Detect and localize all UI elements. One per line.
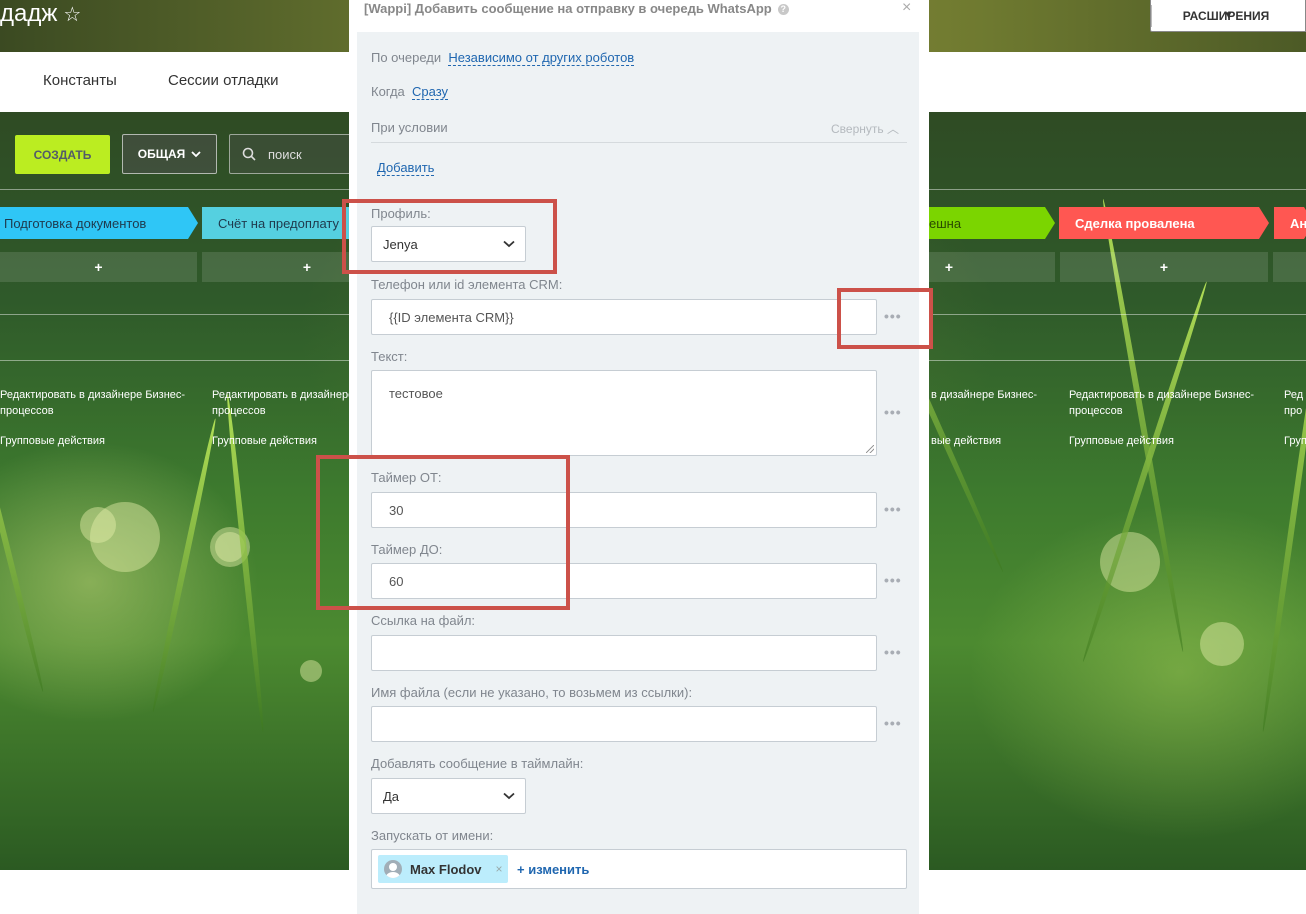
search-icon [242,147,256,161]
filter-label: ОБЩАЯ [137,147,186,161]
page-title: дадж ☆ [0,0,81,30]
chevron-down-icon [503,792,515,800]
text-more-button[interactable]: ••• [884,404,902,420]
bokeh-light [80,507,116,543]
file-name-label: Имя файла (если не указано, то возьмем и… [371,685,693,700]
link-text: Редактировать в дизайнере Бизнес- [1069,389,1255,401]
add-condition-link[interactable]: Добавить [377,160,435,176]
phone-label: Телефон или id элемента CRM: [371,277,563,292]
extensions-label: РАСШИРЕНИЯ [1182,8,1270,23]
search-placeholder: поиск [268,146,302,162]
create-button[interactable]: СОЗДАТЬ [15,135,110,174]
when-row: Когда Сразу [371,84,449,100]
chevron-down-icon [191,150,201,157]
link-text: Ред [1284,389,1304,401]
group-actions-link[interactable]: вые действия [931,433,1001,449]
add-condition-text: Добавить [377,160,435,176]
text-textarea[interactable]: тестовое [371,370,877,456]
highlight-frame [837,288,933,349]
text-label: Текст: [371,349,408,364]
bokeh-light [300,660,322,682]
file-link-input[interactable] [371,635,877,671]
file-link-label: Ссылка на файл: [371,613,476,628]
avatar [384,860,402,878]
file-link-more-button[interactable]: ••• [884,644,902,660]
stage-prepayment-invoice[interactable]: Счёт на предоплату [202,207,362,239]
file-name-input[interactable] [371,706,877,742]
add-robot-button[interactable]: + [0,252,197,282]
add-robot-button[interactable] [1273,252,1306,282]
edit-designer-link[interactable]: Редактировать в дизайнере Бизнес-процесс… [1069,387,1254,419]
search-input[interactable]: поиск [229,134,359,174]
run-as-user-field[interactable]: Max Flodov × + изменить [371,849,907,889]
bokeh-light [1200,622,1244,666]
link-text: процессов [1069,405,1123,417]
file-name-more-button[interactable]: ••• [884,715,902,731]
when-label: Когда [371,84,405,99]
stage-label: Сделка провалена [1075,215,1195,231]
link-text: процессов [212,405,266,417]
condition-label: При условии [371,120,448,135]
divider [371,142,907,143]
stage-deal-failed[interactable]: Сделка провалена [1059,207,1269,239]
grass-blade [150,417,219,713]
chevron-up-icon: ︿ [886,122,899,136]
filter-button[interactable]: ОБЩАЯ [122,134,217,174]
add-robot-button[interactable]: + [1060,252,1268,282]
queue-value-link[interactable]: Независимо от других роботов [448,50,635,66]
user-name: Max Flodov [410,861,482,877]
timer-from-more-button[interactable]: ••• [884,501,902,517]
resize-handle[interactable] [866,445,874,453]
stage-label: ешна [929,215,962,231]
dialog-title-text: [Wappi] Добавить сообщение на отправку в… [364,1,772,16]
highlight-frame [316,455,570,610]
stage-label: Подготовка документов [4,215,147,231]
change-user-link[interactable]: + изменить [517,862,589,877]
page-title-text: дадж [0,0,58,27]
highlight-frame [342,199,557,274]
link-text: процессов [0,405,54,417]
link-text: Редактировать в дизайнере Бизнес- [0,389,186,401]
nav-constants[interactable]: Константы [43,72,117,89]
collapse-button[interactable]: Свернуть ︿ [831,120,899,137]
timer-to-more-button[interactable]: ••• [884,572,902,588]
run-as-label: Запускать от имени: [371,828,494,843]
group-actions-link[interactable]: Групповые действия [0,433,105,449]
timeline-select[interactable]: Да [371,778,526,814]
help-icon[interactable]: ? [777,4,789,15]
stage-analysis[interactable]: Ан [1274,207,1306,239]
when-value-link[interactable]: Сразу [412,84,449,100]
link-text: про [1284,405,1303,417]
close-icon[interactable]: × [902,0,911,17]
edit-designer-link[interactable]: Редактировать в дизайнере Бизнес-процесс… [0,387,185,419]
grass-blade [0,380,46,693]
timeline-label: Добавлять сообщение в таймлайн: [371,756,584,771]
user-chip: Max Flodov × [378,855,508,883]
group-actions-link[interactable]: Групповые действия [212,433,317,449]
stage-prepare-documents[interactable]: Подготовка документов [0,207,198,239]
stage-label: Счёт на предоплату [218,215,340,231]
collapse-label: Свернуть [831,122,884,136]
group-actions-link[interactable]: Групповые действия [1069,433,1174,449]
remove-user-icon[interactable]: × [496,862,503,876]
grass-blade [1260,315,1306,733]
phone-input[interactable]: {{ID элемента CRM}} [371,299,877,335]
queue-label: По очереди [371,50,442,65]
text-value: тестовое [389,386,443,401]
timeline-selected-value: Да [383,788,400,804]
group-actions-link[interactable]: Груп [1284,433,1306,449]
dialog-title: [Wappi] Добавить сообщение на отправку в… [364,1,789,16]
nav-debug-sessions[interactable]: Сессии отладки [168,72,278,89]
extensions-button[interactable]: РАСШИРЕНИЯ ▼ [1150,0,1306,32]
stage-label: Ан [1290,215,1306,231]
edit-designer-link[interactable]: Ред про [1284,387,1303,419]
edit-designer-link[interactable]: в дизайнере Бизнес- [931,387,1037,403]
grass-blade [1080,280,1210,663]
queue-row: По очереди Независимо от других роботов [371,50,635,66]
favorite-star-icon[interactable]: ☆ [63,4,81,26]
